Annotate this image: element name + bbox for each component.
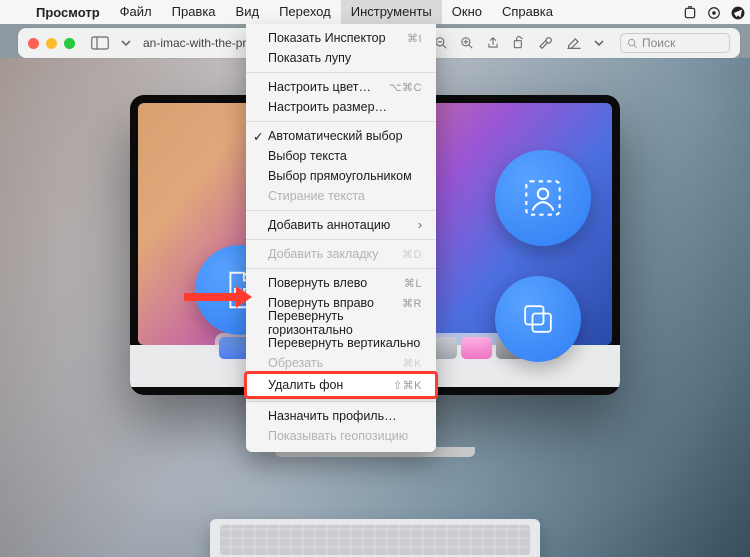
menu-item[interactable]: Перевернуть вертикально [246,333,436,353]
menu-item-shortcut: ⌥⌘C [389,81,422,94]
feature-smart-select-icon [495,150,591,246]
menu-item-label: Показать Инспектор [268,31,386,45]
menu-item[interactable]: Показать Инспектор ⌘I [246,28,436,48]
check-icon: ✓ [253,129,263,144]
feature-copy-icon [495,276,581,362]
search-field[interactable]: Поиск [620,33,730,53]
menu-window[interactable]: Окно [442,0,492,24]
menu-item-shortcut: ⌘R [402,297,422,310]
markup-icon[interactable] [532,36,560,50]
highlight-icon[interactable] [560,36,588,50]
menu-item-label: Показывать геопозицию [268,429,408,443]
menu-item-label: Автоматический выбор [268,129,403,143]
menu-item: Добавить закладку ⌘D [246,244,436,264]
window-close-button[interactable] [28,38,39,49]
share-icon[interactable] [480,36,506,50]
menu-item-label: Назначить профиль… [268,409,397,423]
toolbar-chevron-down-icon-2[interactable] [588,38,610,48]
tools-dropdown-menu: Показать Инспектор ⌘I Показать лупу Настрои… [246,24,436,452]
window-minimize-button[interactable] [46,38,57,49]
sidebar-toggle-icon[interactable] [85,36,115,50]
status-telegram-icon[interactable] [726,4,750,20]
keyboard-illustration [210,519,540,557]
menu-item[interactable]: Повернуть влево ⌘L [246,273,436,293]
search-placeholder: Поиск [642,36,675,50]
menu-item-label: Выбор прямоугольником [268,169,412,183]
menu-item[interactable]: ✓ Автоматический выбор [246,126,436,146]
menu-item-label: Выбор текста [268,149,347,163]
menu-help[interactable]: Справка [492,0,563,24]
menu-item: Стирание текста [246,186,436,206]
menu-item[interactable]: Настроить размер… [246,97,436,117]
menu-item[interactable]: Добавить аннотацию › [246,215,436,235]
menu-tools[interactable]: Инструменты [341,0,442,24]
menu-item-shortcut: ⌘L [404,277,422,290]
submenu-chevron-icon: › [418,218,422,232]
status-extension-icon[interactable] [678,4,702,20]
menu-item-label: Стирание текста [268,189,365,203]
menu-item-label: Настроить размер… [268,100,387,114]
menu-item-label: Обрезать [268,356,323,370]
menu-item-label: Удалить фон [268,378,343,392]
menu-item-label: Повернуть влево [268,276,367,290]
menu-item: Показывать геопозицию [246,426,436,446]
menu-item[interactable]: Перевернуть горизонтально [246,313,436,333]
menu-item-shortcut: ⇧⌘K [393,379,422,392]
menu-go[interactable]: Переход [269,0,341,24]
window-zoom-button[interactable] [64,38,75,49]
status-circle-icon[interactable] [702,4,726,20]
menu-item-shortcut: ⌘D [402,248,422,261]
menu-item-label: Перевернуть вертикально [268,336,420,350]
menu-item[interactable]: Удалить фон ⇧⌘K [246,373,436,397]
menu-item-label: Настроить цвет… [268,80,371,94]
menu-item: Обрезать ⌘K [246,353,436,373]
menu-view[interactable]: Вид [226,0,270,24]
menu-item[interactable]: Назначить профиль… [246,406,436,426]
menu-item[interactable]: Выбор текста [246,146,436,166]
callout-arrow [184,286,252,308]
menu-edit[interactable]: Правка [162,0,226,24]
menu-item[interactable]: Настроить цвет… ⌥⌘C [246,77,436,97]
app-name[interactable]: Просмотр [26,5,110,20]
menu-item-shortcut: ⌘K [403,357,422,370]
window-controls [18,38,85,49]
menu-item-label: Показать лупу [268,51,351,65]
rotate-icon[interactable] [506,36,532,50]
menu-item-label: Добавить закладку [268,247,378,261]
menu-item[interactable]: Показать лупу [246,48,436,68]
search-icon [627,38,638,49]
menu-item-shortcut: ⌘I [407,32,422,45]
menu-item[interactable]: Выбор прямоугольником [246,166,436,186]
toolbar-chevron-down-icon[interactable] [115,38,137,48]
macos-menubar: Просмотр Файл Правка Вид Переход Инструм… [0,0,750,24]
menu-item-label: Добавить аннотацию [268,218,390,232]
menu-item-label: Повернуть вправо [268,296,374,310]
menu-file[interactable]: Файл [110,0,162,24]
zoom-in-icon[interactable] [454,36,480,50]
